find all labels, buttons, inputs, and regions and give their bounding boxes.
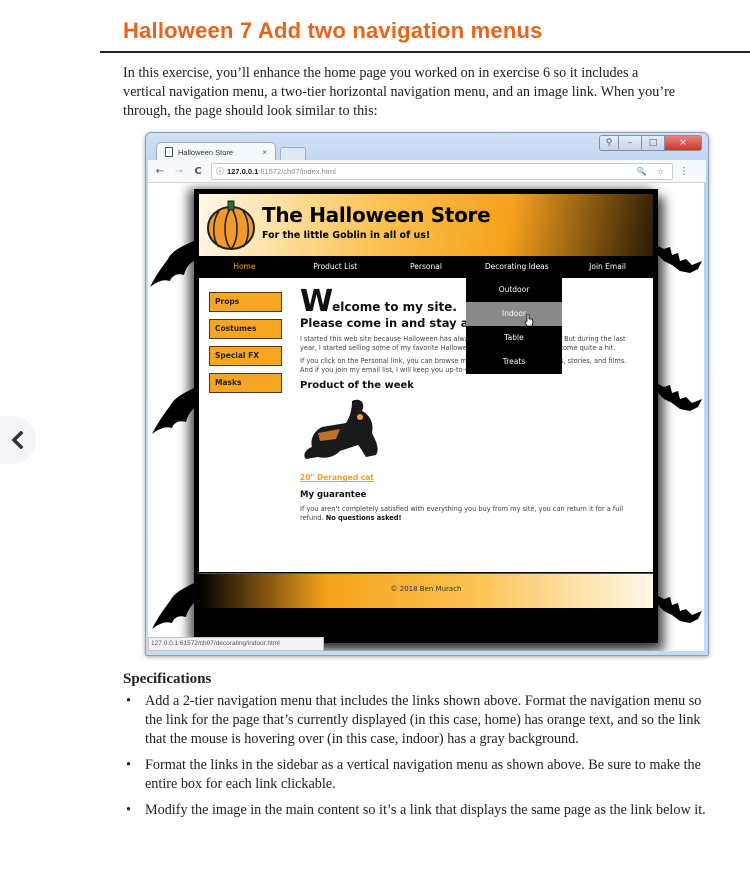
submenu-outdoor[interactable]: Outdoor [466, 278, 562, 302]
spec-text: Add a 2-tier navigation menu that includ… [145, 693, 702, 747]
sidebar-link-props[interactable]: Props [209, 292, 282, 312]
forward-icon[interactable]: → [172, 166, 186, 177]
document-title: Halloween 7 Add two navigation menus [123, 18, 543, 43]
guarantee-bold: No questions asked! [325, 513, 402, 522]
intro-paragraph: In this exercise, you’ll enhance the hom… [123, 65, 676, 119]
sidebar-link-special-fx[interactable]: Special FX [209, 346, 282, 366]
page-viewport: The Halloween Store For the little Gobli… [148, 183, 704, 651]
nav-join-email[interactable]: Join Email [562, 256, 653, 278]
url-host: 127.0.0.1 [227, 166, 259, 176]
bat-icon [656, 245, 702, 273]
tab-close-icon[interactable]: × [262, 148, 267, 157]
sidebar-link-costumes[interactable]: Costumes [209, 319, 282, 339]
site-body: Props Costumes Special FX Masks Welcome … [199, 278, 653, 572]
reload-icon[interactable]: C [191, 166, 205, 177]
tab-title: Halloween Store [178, 147, 234, 157]
spec-item: • Add a 2-tier navigation menu that inclu… [123, 692, 713, 749]
user-button[interactable]: ⚲ [599, 135, 619, 151]
page-icon [165, 147, 173, 157]
bullet: • [126, 802, 131, 818]
spec-item: • Format the links in the sidebar as a ve… [123, 756, 713, 794]
bat-icon [150, 241, 194, 287]
decorating-submenu: Outdoor Indoor Table Treats [466, 278, 562, 374]
browser-toolbar: ← → C ⓘ 127.0.0.1 :61572/ch07/index.html… [148, 160, 706, 183]
guarantee-heading: My guarantee [300, 490, 367, 501]
site-header: The Halloween Store For the little Gobli… [199, 194, 653, 256]
guarantee-text: If you aren't completely satisfied with … [300, 505, 640, 522]
browser-tab[interactable]: Halloween Store × [156, 142, 276, 161]
back-icon[interactable]: ← [153, 166, 167, 177]
main-nav: Home Product List Personal Decorating Id… [199, 256, 653, 278]
hand-cursor-icon [524, 314, 534, 326]
nav-personal[interactable]: Personal [381, 256, 472, 278]
spec-text: Modify the image in the main content so … [145, 802, 706, 818]
halloween-site: The Halloween Store For the little Gobli… [194, 189, 658, 643]
bullet: • [126, 757, 131, 773]
site-footer: © 2018 Ben Murach [199, 573, 653, 608]
title-rule [100, 51, 750, 53]
pumpkin-logo-icon [207, 200, 255, 250]
close-window-button[interactable]: × [665, 135, 702, 151]
spec-text: Format the links in the sidebar as a ver… [145, 757, 701, 792]
url-path: :61572/ch07/index.html [258, 166, 336, 176]
deranged-cat-image-link[interactable] [300, 397, 392, 465]
sidebar-link-masks[interactable]: Masks [209, 373, 282, 393]
sidebar-nav: Props Costumes Special FX Masks [209, 292, 282, 400]
bat-icon [152, 583, 194, 629]
browser-menu-icon[interactable]: ⋮ [679, 166, 689, 177]
specifications-list: • Add a 2-tier navigation menu that inclu… [123, 692, 713, 827]
welcome-rest: elcome to my site. [332, 300, 457, 314]
bat-icon [656, 383, 702, 411]
specifications-title: Specifications [123, 671, 212, 687]
search-star-icons[interactable]: 🔍 ☆ [637, 167, 668, 176]
bat-icon [152, 388, 194, 434]
browser-window: ⚲ – □ × Halloween Store × ← → C ⓘ 127.0.… [145, 132, 709, 656]
info-icon[interactable]: ⓘ [216, 166, 224, 177]
submenu-table[interactable]: Table [466, 326, 562, 350]
nav-decorating-ideas[interactable]: Decorating Ideas [471, 256, 562, 278]
nav-product-list[interactable]: Product List [290, 256, 381, 278]
submenu-indoor[interactable]: Indoor [466, 302, 562, 326]
spec-item: • Modify the image in the main content so… [123, 801, 713, 820]
chevron-left-icon [11, 431, 24, 449]
maximize-button[interactable]: □ [642, 135, 665, 151]
status-bar-url: 127.0.0.1:61572/ch07/decorating/indoor.h… [148, 637, 324, 651]
submenu-treats[interactable]: Treats [466, 350, 562, 374]
address-bar[interactable]: ⓘ 127.0.0.1 :61572/ch07/index.html 🔍 ☆ [211, 162, 673, 180]
site-subtitle: For the little Goblin in all of us! [262, 230, 431, 241]
previous-page-button[interactable] [0, 416, 36, 464]
product-link[interactable]: 20" Deranged cat [300, 473, 374, 482]
nav-home[interactable]: Home [199, 256, 290, 278]
site-title: The Halloween Store [262, 203, 491, 227]
product-heading: Product of the week [300, 380, 414, 392]
welcome-initial: W [300, 284, 333, 319]
new-tab-button[interactable] [280, 147, 306, 161]
minimize-button[interactable]: – [619, 135, 642, 151]
window-controls: ⚲ – □ × [599, 135, 702, 151]
bullet: • [126, 693, 131, 709]
bat-icon [656, 595, 702, 623]
